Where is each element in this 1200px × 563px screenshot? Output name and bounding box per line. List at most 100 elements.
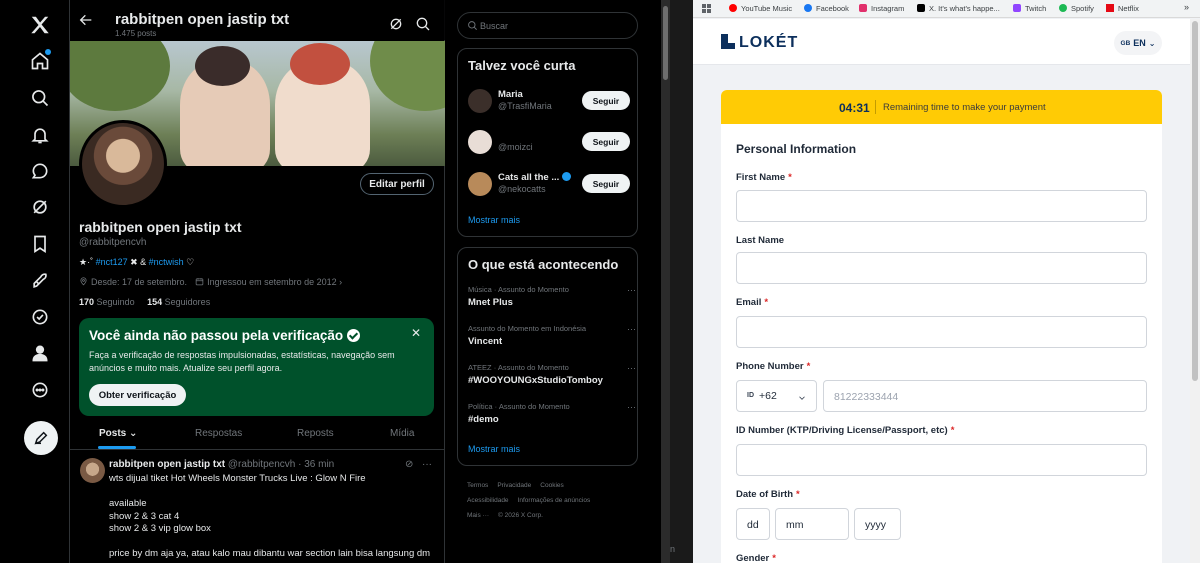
tab-replies[interactable]: Respostas — [195, 428, 242, 439]
profile-person-icon[interactable] — [22, 335, 58, 371]
tab-media[interactable]: Mídia — [390, 428, 414, 439]
follow-button[interactable]: Seguir — [582, 174, 630, 193]
profile-display-name: rabbitpen open jastip txt — [79, 219, 242, 235]
trend-item[interactable]: Política · Assunto do Momento #demo ··· — [468, 402, 636, 425]
search-input[interactable]: Buscar — [457, 12, 638, 39]
footer-link[interactable]: Mais ··· — [467, 512, 489, 519]
show-more-link[interactable]: Mostrar mais — [468, 215, 520, 225]
bookmark-spotify[interactable]: Spotify — [1059, 4, 1094, 13]
tweet[interactable]: rabbitpen open jastip txt @rabbitpencvh … — [70, 451, 445, 563]
more-dots-icon[interactable]: ··· — [627, 363, 636, 373]
scrollbar-thumb[interactable] — [663, 6, 668, 80]
profile-meta: Desde: 17 de setembro. Ingressou em sete… — [79, 277, 342, 287]
premium-rocket-icon[interactable] — [22, 263, 58, 299]
tweet-avatar[interactable] — [80, 458, 105, 483]
grok-icon[interactable]: ⊘ — [405, 459, 413, 470]
gender-label: Gender * — [736, 553, 776, 563]
tab-posts[interactable]: Posts ⌄ — [99, 428, 137, 439]
verified-orgs-icon[interactable] — [22, 299, 58, 335]
more-dots-icon[interactable]: ··· — [627, 402, 636, 412]
bookmark-x[interactable]: X. It's what's happe... — [917, 4, 1000, 13]
first-name-field[interactable] — [736, 190, 1147, 222]
x-scrollbar[interactable] — [661, 0, 670, 563]
explore-search-icon[interactable] — [22, 80, 58, 116]
get-verified-button[interactable]: Obter verificação — [89, 384, 186, 406]
home-icon[interactable] — [22, 43, 58, 79]
loket-logo-icon — [721, 34, 735, 49]
loket-logo[interactable]: LOKÉT — [721, 34, 798, 52]
bio-hashtag-nctwish[interactable]: #nctwish — [149, 257, 184, 267]
follow-suggestion[interactable]: @moizci Seguir — [458, 127, 639, 157]
gender-label-text: Gender — [736, 553, 770, 563]
notifications-bell-icon[interactable] — [22, 117, 58, 153]
more-dots-icon[interactable]: ··· — [627, 324, 636, 334]
footer-link[interactable]: Acessibilidade — [467, 497, 509, 504]
footer-link[interactable]: Termos — [467, 482, 488, 489]
follow-button[interactable]: Seguir — [582, 132, 630, 151]
follow-suggestion[interactable]: Maria @TrasfiMaria Seguir — [458, 86, 639, 116]
instagram-icon — [859, 4, 867, 12]
more-dots-icon[interactable]: ··· — [627, 285, 636, 295]
bookmark-instagram[interactable]: Instagram — [859, 4, 904, 13]
messages-icon[interactable] — [22, 153, 58, 189]
bookmark-label: Facebook — [816, 4, 849, 13]
country-code-select[interactable]: ID +62 — [736, 380, 817, 412]
bookmarks-overflow-button[interactable]: » — [1184, 2, 1189, 12]
x-logo-icon[interactable] — [22, 7, 58, 43]
follow-button[interactable]: Seguir — [582, 91, 630, 110]
verified-badge-icon — [347, 329, 361, 342]
last-name-field[interactable] — [736, 252, 1147, 284]
scrollbar-thumb[interactable] — [1192, 21, 1198, 381]
dob-month-value: mm — [786, 519, 804, 531]
following-link[interactable]: 170 Seguindo — [79, 297, 135, 307]
footer-link[interactable]: Privacidade — [497, 482, 531, 489]
tab-reposts[interactable]: Reposts — [297, 428, 334, 439]
footer-links: Termos Privacidade Cookies Acessibilidade I… — [467, 478, 647, 523]
back-arrow-icon[interactable] — [78, 12, 94, 28]
trend-item[interactable]: Música · Assunto do Momento Mnet Plus ··… — [468, 285, 636, 308]
follow-suggestion[interactable]: Cats all the ... @nekocatts Seguir — [458, 169, 639, 199]
timer-text: Remaining time to make your payment — [883, 102, 1046, 113]
compose-post-button[interactable] — [24, 421, 58, 455]
browser-scrollbar[interactable] — [1190, 19, 1200, 563]
footer-link[interactable]: Cookies — [540, 482, 563, 489]
id-number-label: ID Number (KTP/Driving License/Passport,… — [736, 425, 954, 436]
footer-link[interactable]: Informações de anúncios — [518, 497, 591, 504]
bookmark-twitch[interactable]: Twitch — [1013, 4, 1046, 13]
show-more-link[interactable]: Mostrar mais — [468, 444, 520, 454]
search-icon[interactable] — [415, 16, 431, 32]
more-dots-icon[interactable]: ··· — [422, 459, 432, 470]
dob-year-field[interactable]: yyyy — [854, 508, 901, 540]
grok-analyze-icon[interactable] — [388, 16, 404, 32]
bio-hashtag-nct127[interactable]: #nct127 — [96, 257, 128, 267]
bookmark-facebook[interactable]: Facebook — [804, 4, 849, 13]
trend-item[interactable]: ATEEZ · Assunto do Momento #WOOYOUNGxStu… — [468, 363, 636, 386]
bookmarks-icon[interactable] — [22, 226, 58, 262]
tweet-author-name[interactable]: rabbitpen open jastip txt — [109, 459, 225, 470]
bookmark-youtube-music[interactable]: YouTube Music — [729, 4, 792, 13]
phone-field[interactable]: 81222333444 — [823, 380, 1147, 412]
email-field[interactable] — [736, 316, 1147, 348]
more-options-icon[interactable] — [22, 372, 58, 408]
apps-grid-icon[interactable] — [702, 4, 711, 13]
id-number-field[interactable] — [736, 444, 1147, 476]
last-name-label: Last Name — [736, 235, 785, 246]
suggestion-avatar — [468, 89, 492, 113]
trend-item[interactable]: Assunto do Momento em Indonésia Vincent … — [468, 324, 636, 347]
bookmark-netflix[interactable]: Netflix — [1106, 4, 1139, 13]
chevron-down-icon: ⌄ — [129, 428, 138, 439]
grok-icon[interactable] — [22, 189, 58, 225]
twitch-icon — [1013, 4, 1021, 12]
dob-month-field[interactable]: mm — [775, 508, 849, 540]
followers-link[interactable]: 154 Seguidores — [147, 297, 210, 307]
chevron-down-icon: ⌄ — [1148, 38, 1156, 48]
profile-joined: Ingressou em setembro de 2012 — [207, 277, 337, 287]
close-icon[interactable]: ✕ — [411, 326, 421, 340]
edge-text: n — [670, 544, 676, 554]
edit-profile-button[interactable]: Editar perfil — [360, 173, 434, 195]
language-selector[interactable]: GB EN ⌄ — [1114, 31, 1162, 55]
required-mark: * — [772, 553, 776, 563]
dob-day-field[interactable]: dd — [736, 508, 770, 540]
bookmark-label: Netflix — [1118, 4, 1139, 13]
profile-avatar[interactable] — [79, 120, 167, 208]
